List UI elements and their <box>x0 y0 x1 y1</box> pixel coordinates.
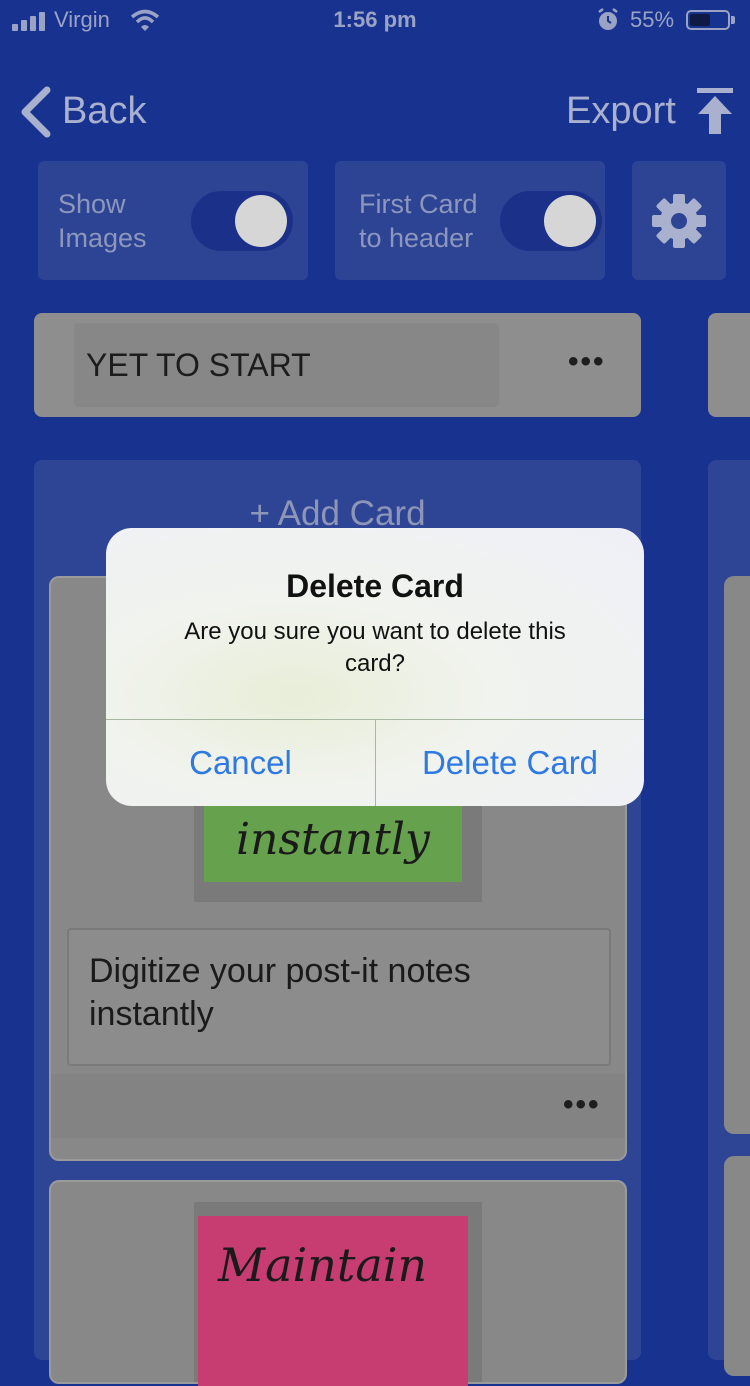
column-title-field[interactable]: YET TO START <box>74 323 499 407</box>
post-it-note: Maintain <box>198 1216 468 1386</box>
status-bar: Virgin 1:56 pm 55% <box>0 0 750 40</box>
delete-card-dialog: Delete Card Are you sure you want to del… <box>106 528 644 806</box>
export-button[interactable]: Export <box>566 84 736 140</box>
show-images-label: Show Images <box>58 189 147 253</box>
next-column-card <box>724 1156 750 1376</box>
next-column-header <box>708 313 750 417</box>
gear-icon <box>652 194 706 248</box>
alarm-icon <box>598 8 618 30</box>
delete-card-button[interactable]: Delete Card <box>376 720 644 806</box>
card-text: Digitize your post-it notes instantly <box>89 952 471 1033</box>
card-image: Maintain <box>194 1202 482 1386</box>
note-handwriting: instantly <box>236 814 430 865</box>
column-title: YET TO START <box>86 347 311 383</box>
dialog-message: Are you sure you want to delete this car… <box>184 618 566 677</box>
card-text-field[interactable]: Digitize your post-it notes instantly <box>67 928 611 1066</box>
card-menu-button[interactable]: ••• <box>563 1088 601 1122</box>
chevron-left-icon <box>21 86 51 138</box>
battery-percent: 55% <box>630 7 675 32</box>
export-label: Export <box>566 90 676 132</box>
column-header: YET TO START ••• <box>34 313 641 417</box>
card-footer: ••• <box>51 1074 625 1138</box>
cancel-button[interactable]: Cancel <box>106 720 375 806</box>
toggle-knob <box>235 195 287 247</box>
back-button[interactable]: Back <box>18 84 178 140</box>
back-label: Back <box>62 90 147 132</box>
first-card-header-toggle[interactable] <box>500 191 602 251</box>
show-images-panel: Show Images <box>38 161 308 280</box>
note-handwriting: Maintain <box>218 1238 428 1292</box>
show-images-toggle[interactable] <box>191 191 293 251</box>
next-column-body <box>708 460 750 1376</box>
upload-arrow-icon <box>697 88 733 134</box>
first-card-header-panel: First Card to header <box>335 161 605 280</box>
settings-button[interactable] <box>632 161 726 280</box>
battery-icon <box>686 10 736 32</box>
card[interactable]: Maintain <box>49 1180 627 1386</box>
dialog-title: Delete Card <box>286 568 464 604</box>
column-menu-button[interactable]: ••• <box>568 345 606 379</box>
first-card-header-label: First Card to header <box>359 189 478 253</box>
toggle-knob <box>544 195 596 247</box>
next-column-card <box>724 576 750 1134</box>
